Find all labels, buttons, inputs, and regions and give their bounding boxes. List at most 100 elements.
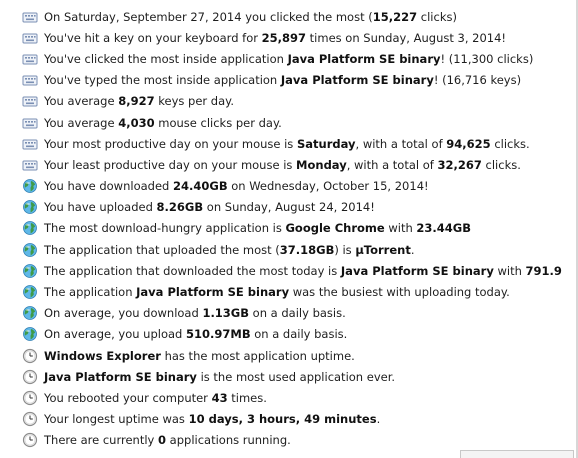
globe-icon (22, 263, 38, 279)
keyboard-icon (22, 136, 38, 152)
stat-text-part: There are currently (44, 433, 158, 448)
stat-text-part: keys per day. (154, 94, 234, 109)
clock-icon (22, 390, 38, 406)
stat-text-part: . (376, 412, 381, 427)
clock-icon (22, 369, 38, 385)
stats-panel: On Saturday, September 27, 2014 you clic… (0, 0, 578, 458)
stat-row: You've hit a key on your keyboard for 25… (22, 27, 576, 48)
stat-text: On Saturday, September 27, 2014 you clic… (44, 10, 457, 24)
stat-text-part: The most download-hungry application is (44, 221, 286, 236)
stat-row: You have uploaded 8.26GB on Sunday, Augu… (22, 197, 576, 218)
stat-text-part: You have uploaded (44, 200, 157, 215)
keyboard-icon (22, 72, 38, 88)
stat-text-part: times on Sunday, August 3, 2014! (306, 30, 507, 45)
keyboard-icon (22, 93, 38, 109)
stat-text-part: on a daily basis. (249, 306, 346, 321)
stat-text: Your longest uptime was 10 days, 3 hours… (44, 412, 380, 426)
stat-text-part: applications running. (166, 433, 291, 448)
stat-value: Google Chrome (285, 221, 385, 236)
keyboard-icon (22, 51, 38, 67)
stat-text-part: times. (227, 390, 267, 405)
stat-row: You have downloaded 24.40GB on Wednesday… (22, 176, 576, 197)
clock-icon (22, 348, 38, 364)
stat-value: 8.26GB (156, 200, 204, 215)
stat-value: 43 (211, 390, 228, 405)
stat-text-part: has the most application uptime. (160, 348, 355, 363)
globe-icon (22, 305, 38, 321)
stat-value: Java Platform SE binary (44, 369, 197, 384)
clock-icon (22, 411, 38, 427)
stat-text-part: with (384, 221, 417, 236)
stat-value: Java Platform SE binary (340, 263, 494, 278)
stat-text-part: with (493, 263, 526, 278)
stat-text-part: The application that uploaded the most ( (44, 242, 280, 257)
stat-value: 15,227 (372, 9, 418, 24)
stat-text: The application that downloaded the most… (44, 264, 562, 278)
stat-row: You average 8,927 keys per day. (22, 91, 576, 112)
keyboard-icon (22, 115, 38, 131)
stat-text-part: Your least productive day on your mouse … (44, 157, 297, 172)
stat-text-part: ! (11,300 clicks) (440, 51, 534, 66)
stat-value: 791.9 (525, 263, 562, 278)
stat-text-part: on Wednesday, October 15, 2014! (227, 179, 429, 194)
stat-text-part: clicks) (417, 9, 457, 24)
stat-row: On average, you upload 510.97MB on a dai… (22, 324, 576, 345)
stat-text: Your least productive day on your mouse … (44, 158, 521, 172)
stat-text-part: You've clicked the most inside applicati… (44, 51, 288, 66)
stat-text: You've clicked the most inside applicati… (44, 52, 533, 66)
stat-row: The most download-hungry application is … (22, 218, 576, 239)
stat-text: You've typed the most inside application… (44, 73, 521, 87)
stat-text-part: On average, you upload (44, 327, 186, 342)
stat-row: On average, you download 1.13GB on a dai… (22, 303, 576, 324)
stat-text: You have downloaded 24.40GB on Wednesday… (44, 179, 429, 193)
stat-text-part: The application that downloaded the most… (44, 263, 341, 278)
stat-text: You average 8,927 keys per day. (44, 94, 234, 108)
globe-icon (22, 326, 38, 342)
stat-text-part: on a daily basis. (250, 327, 348, 342)
stat-value: 24.40GB (173, 179, 228, 194)
stat-value: 37.18GB (279, 242, 335, 257)
globe-icon (22, 242, 38, 258)
stat-row: Your longest uptime was 10 days, 3 hours… (22, 409, 576, 430)
stat-row: Your most productive day on your mouse i… (22, 133, 576, 154)
stat-value: µTorrent (355, 242, 411, 257)
stat-text: You've hit a key on your keyboard for 25… (44, 31, 506, 45)
stat-text-part: was the busiest with uploading today. (289, 285, 510, 300)
stat-text-part: Your longest uptime was (44, 412, 189, 427)
keyboard-icon (22, 9, 38, 25)
stat-value: 10 days, 3 hours, 49 minutes (188, 412, 377, 427)
stat-text: On average, you upload 510.97MB on a dai… (44, 327, 347, 341)
stat-text-part: clicks. (481, 157, 521, 172)
stat-value: 510.97MB (186, 327, 251, 342)
stat-text: The application Java Platform SE binary … (44, 285, 510, 299)
globe-icon (22, 284, 38, 300)
clock-icon (22, 432, 38, 448)
stat-value: 94,625 (446, 136, 491, 151)
stat-text-part: You've typed the most inside application (44, 73, 281, 88)
stat-row: On Saturday, September 27, 2014 you clic… (22, 6, 576, 27)
stat-text-part: You have downloaded (44, 179, 173, 194)
keyboard-icon (22, 30, 38, 46)
stat-value: 1.13GB (202, 306, 250, 321)
stat-row: The application that uploaded the most (… (22, 239, 576, 260)
stat-text: Windows Explorer has the most applicatio… (44, 349, 355, 363)
stat-value: Java Platform SE binary (136, 285, 290, 300)
stat-text: You rebooted your computer 43 times. (44, 391, 267, 405)
stat-text-part: is the most used application ever. (196, 369, 396, 384)
stats-list: On Saturday, September 27, 2014 you clic… (22, 6, 576, 451)
globe-icon (22, 178, 38, 194)
stat-text-part: , with a total of (346, 157, 438, 172)
stat-row: You average 4,030 mouse clicks per day. (22, 112, 576, 133)
bottom-right-widget[interactable] (460, 450, 574, 458)
stat-row: You rebooted your computer 43 times. (22, 387, 576, 408)
stat-text: On average, you download 1.13GB on a dai… (44, 306, 346, 320)
stat-text: Your most productive day on your mouse i… (44, 137, 530, 151)
stat-value: 32,267 (437, 157, 482, 172)
stat-row: The application that downloaded the most… (22, 260, 576, 281)
stat-text-part: You've hit a key on your keyboard for (44, 30, 262, 45)
stat-value: 0 (158, 433, 167, 448)
stat-text-part: ) is (334, 242, 356, 257)
stat-value: Java Platform SE binary (287, 51, 441, 66)
stat-value: Saturday (296, 136, 356, 151)
stat-text-part: On Saturday, September 27, 2014 you clic… (44, 9, 373, 24)
